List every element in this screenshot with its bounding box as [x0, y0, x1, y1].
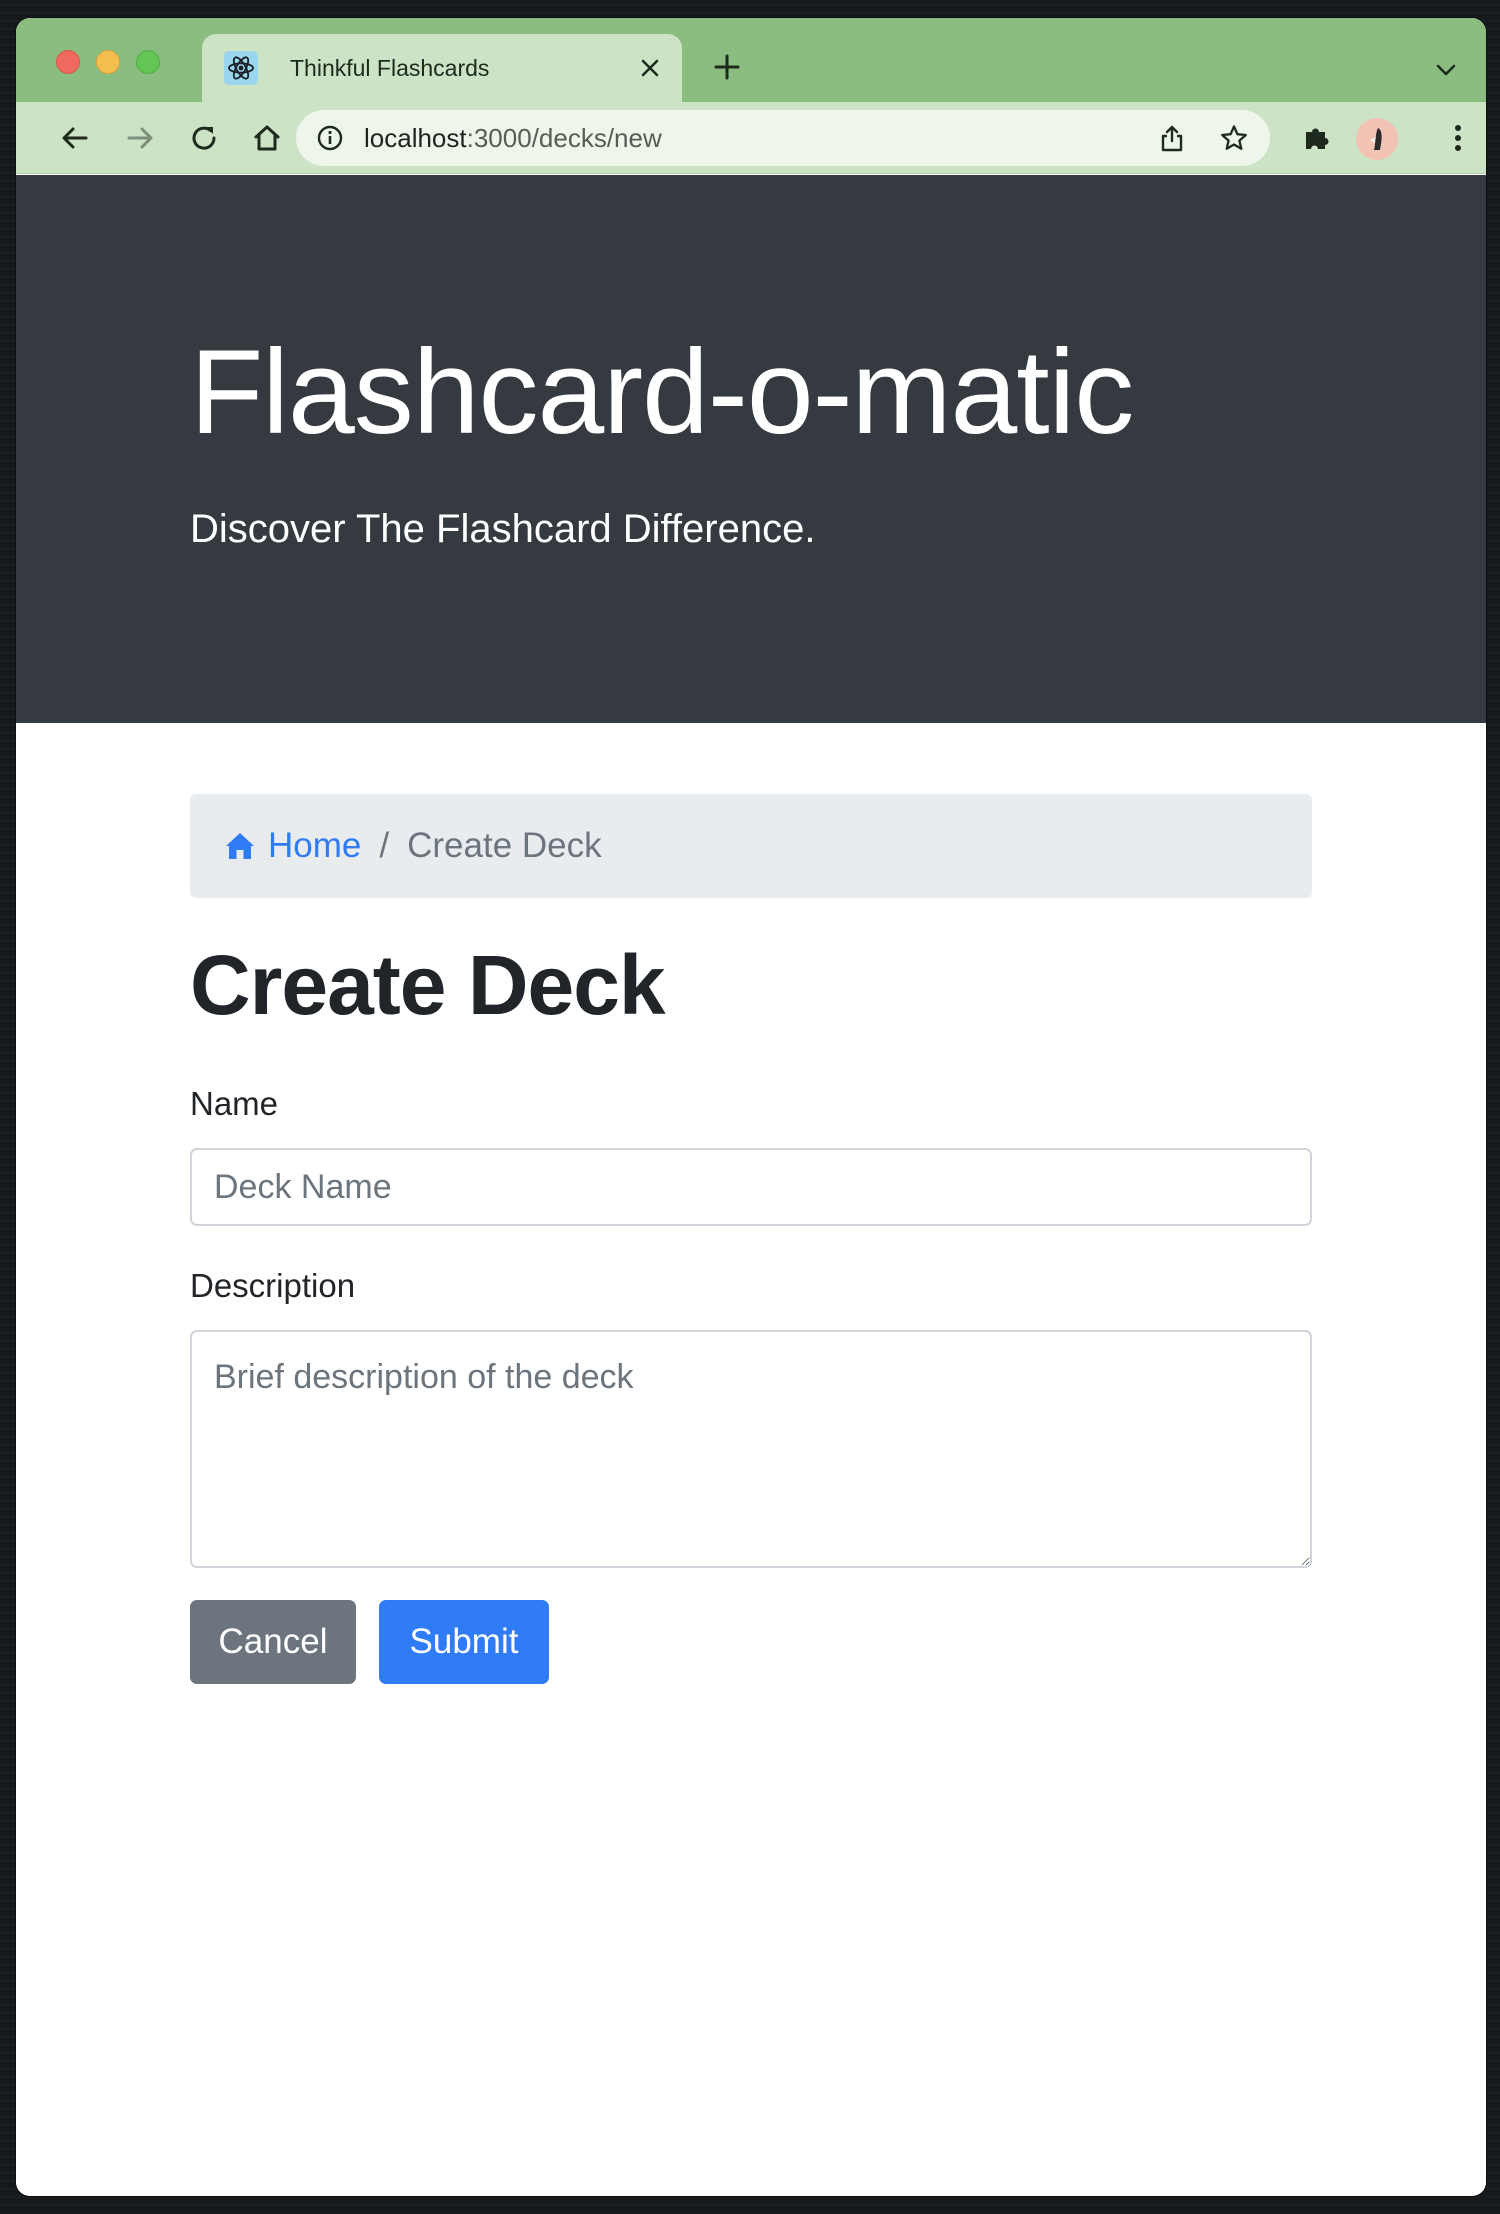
name-label: Name	[190, 1085, 279, 1122]
breadcrumb: Home / Create Deck	[190, 794, 1312, 898]
url-path: :3000/decks/new	[466, 123, 662, 153]
browser-tab[interactable]: Thinkful Flashcards	[202, 34, 682, 102]
deck-description-textarea[interactable]	[190, 1330, 1312, 1568]
home-icon	[226, 833, 254, 859]
browser-menu-kebab-icon[interactable]	[1440, 120, 1476, 156]
url-text[interactable]: localhost:3000/decks/new	[364, 110, 662, 166]
breadcrumb-home-label: Home	[268, 826, 362, 865]
reload-icon[interactable]	[186, 120, 222, 156]
hero-title: Flashcard-o-matic	[190, 325, 1134, 459]
tab-title: Thinkful Flashcards	[290, 55, 490, 81]
browser-window: Thinkful Flashcards localhost:3000/decks…	[16, 18, 1486, 2196]
address-bar[interactable]: localhost:3000/decks/new	[296, 110, 1270, 166]
description-label: Description	[190, 1267, 356, 1304]
browser-toolbar: localhost:3000/decks/new	[16, 102, 1486, 174]
url-host: localhost	[364, 123, 467, 153]
hero-jumbotron: Flashcard-o-matic Discover The Flashcard…	[16, 175, 1486, 723]
maximize-window-button[interactable]	[136, 50, 160, 74]
profile-avatar[interactable]	[1356, 118, 1398, 160]
close-window-button[interactable]	[56, 50, 80, 74]
extensions-puzzle-icon[interactable]	[1298, 120, 1334, 156]
site-info-icon[interactable]	[316, 124, 344, 152]
bookmark-star-icon[interactable]	[1220, 124, 1248, 152]
minimize-window-button[interactable]	[96, 50, 120, 74]
deck-name-input[interactable]	[190, 1148, 1312, 1226]
react-atom-icon	[224, 51, 258, 85]
home-button-icon[interactable]	[249, 120, 285, 156]
page-title: Create Deck	[190, 938, 666, 1032]
hero-subtitle: Discover The Flashcard Difference.	[190, 507, 816, 551]
tab-search-chevron-down-icon[interactable]	[1434, 58, 1458, 82]
breadcrumb-separator: /	[379, 826, 390, 865]
forward-arrow-icon[interactable]	[122, 120, 158, 156]
breadcrumb-current: Create Deck	[407, 826, 602, 865]
submit-button[interactable]: Submit	[379, 1600, 549, 1684]
tab-close-icon[interactable]	[638, 56, 662, 80]
back-arrow-icon[interactable]	[57, 120, 93, 156]
tab-strip: Thinkful Flashcards	[16, 18, 1486, 102]
new-tab-plus-icon[interactable]	[712, 52, 742, 82]
page-content: Flashcard-o-matic Discover The Flashcard…	[16, 175, 1486, 2196]
breadcrumb-home-link[interactable]: Home	[224, 826, 361, 866]
cancel-button[interactable]: Cancel	[190, 1600, 356, 1684]
share-icon[interactable]	[1158, 124, 1186, 152]
